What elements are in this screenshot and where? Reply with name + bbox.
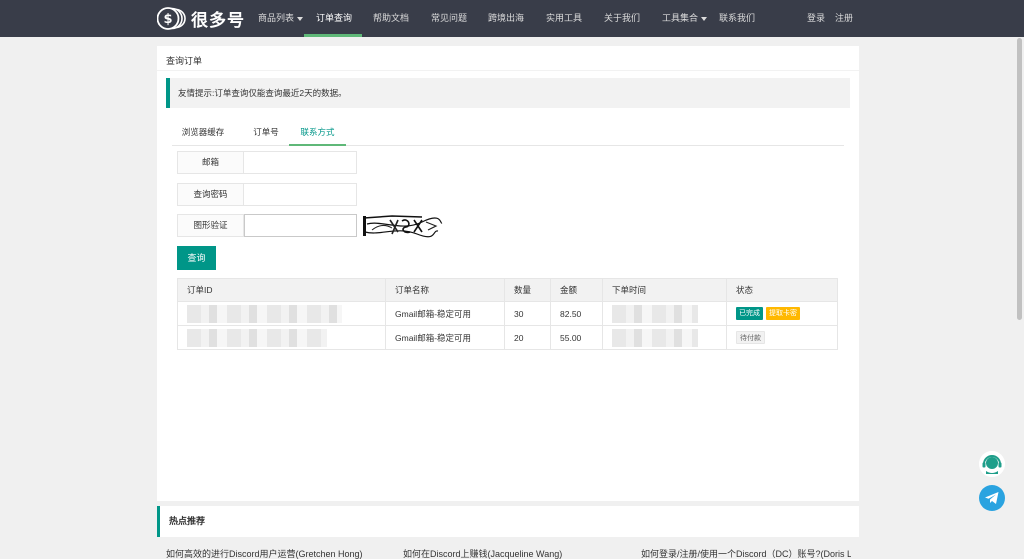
hot-recommend-panel: 热点推荐 [157,506,859,537]
status-cell: 待付款 [726,325,838,350]
nav-item-tools[interactable]: 实用工具 [546,0,582,37]
nav-item-about[interactable]: 关于我们 [604,0,640,37]
quantity-cell: 20 [504,325,551,350]
redacted-order-time [612,328,698,347]
col-order-id: 订单ID [177,278,386,302]
order-time-cell [602,325,727,350]
order-name-cell: Gmail邮箱-稳定可用 [385,301,505,326]
col-status: 状态 [726,278,838,302]
hot-link-3[interactable]: 如何登录/注册/使用一个Discord（DC）账号?(Doris L... [641,547,851,559]
quantity-cell: 30 [504,301,551,326]
card-divider [157,70,859,71]
captcha-label: 图形验证 [177,214,244,237]
query-button[interactable]: 查询 [177,246,216,270]
col-quantity: 数量 [504,278,551,302]
captcha-field[interactable] [244,214,357,237]
caret-down-icon [701,16,708,21]
hot-link-2[interactable]: 如何在Discord上赚钱(Jacqueline Wang) [403,547,623,559]
redacted-order-id [187,328,327,347]
order-id-cell [177,325,386,350]
order-time-cell [602,301,727,326]
nav-item-label: 联系我们 [719,13,756,23]
status-badge-completed: 已完成 [736,307,763,320]
orders-table: 订单ID 订单名称 数量 金额 下单时间 状态 Gmail邮箱-稳定可用 30 … [177,278,838,350]
nav-item-label: 工具集合 [662,13,699,23]
nav-item-label: 订单查询 [316,13,353,23]
redacted-order-time [612,304,698,323]
extract-card-button[interactable]: 提取卡密 [766,307,800,320]
table-row: Gmail邮箱-稳定可用 30 82.50 已完成 提取卡密 [177,301,838,326]
nav-item-order-query[interactable]: 订单查询 [316,0,352,37]
hot-link-1[interactable]: 如何高效的进行Discord用户运营(Gretchen Hong) [166,547,386,559]
amount-cell: 82.50 [550,301,603,326]
nav-item-products[interactable]: 商品列表 [258,0,304,37]
nav-item-tool-collection[interactable]: 工具集合 [662,0,708,37]
password-row: 查询密码 [177,183,357,206]
site-logo[interactable]: $ 很多号 [157,6,245,31]
nav-item-faq[interactable]: 常见问题 [431,0,467,37]
captcha-image[interactable] [362,212,444,239]
tab-contact[interactable]: 联系方式 [289,121,346,146]
telegram-button[interactable] [979,485,1005,511]
card-title: 查询订单 [166,56,203,66]
active-nav-indicator [304,34,362,37]
coins-logo-icon: $ [157,6,186,31]
nav-item-label: 实用工具 [546,13,583,23]
top-navbar: $ 很多号 商品列表 订单查询 帮助文档 常见问题 跨境出海 实用工具 关于我们… [0,0,1024,37]
caret-down-icon [297,16,304,21]
customer-support-button[interactable] [979,451,1005,477]
register-link[interactable]: 注册 [835,0,853,37]
email-label: 邮箱 [177,151,244,174]
nav-item-help-docs[interactable]: 帮助文档 [373,0,409,37]
nav-item-label: 常见问题 [431,13,468,23]
query-password-field[interactable] [244,183,357,206]
tab-browser-cache[interactable]: 浏览器缓存 [172,121,234,146]
order-name-cell: Gmail邮箱-稳定可用 [385,325,505,350]
nav-item-label: 商品列表 [258,13,295,23]
redacted-order-id [187,304,342,323]
table-header-row: 订单ID 订单名称 数量 金额 下单时间 状态 [177,278,838,302]
nav-item-label: 帮助文档 [373,13,410,23]
nav-item-cross-border[interactable]: 跨境出海 [488,0,524,37]
nav-item-label: 关于我们 [604,13,641,23]
notice-banner: 友情提示:订单查询仅能查询最近2天的数据。 [166,78,850,108]
order-id-cell [177,301,386,326]
status-cell: 已完成 提取卡密 [726,301,838,326]
headset-icon [979,451,1005,477]
col-order-name: 订单名称 [385,278,505,302]
svg-text:$: $ [163,12,172,27]
nav-item-contact[interactable]: 联系我们 [719,0,755,37]
order-query-card: 查询订单 友情提示:订单查询仅能查询最近2天的数据。 浏览器缓存 订单号 联系方… [157,46,859,501]
table-row: Gmail邮箱-稳定可用 20 55.00 待付款 [177,325,838,350]
logo-text: 很多号 [191,11,245,30]
email-row: 邮箱 [177,151,357,174]
hot-recommend-title: 热点推荐 [157,506,205,537]
telegram-icon [985,492,999,504]
status-badge-pending: 待付款 [736,331,765,344]
amount-cell: 55.00 [550,325,603,350]
captcha-row: 图形验证 [177,214,357,237]
login-link[interactable]: 登录 [807,0,825,37]
password-label: 查询密码 [177,183,244,206]
tab-order-number[interactable]: 订单号 [238,121,294,146]
query-tabs: 浏览器缓存 订单号 联系方式 [172,121,844,146]
nav-item-label: 跨境出海 [488,13,525,23]
col-order-time: 下单时间 [602,278,727,302]
email-field[interactable] [244,151,357,174]
col-amount: 金额 [550,278,603,302]
page-scrollbar[interactable] [1017,38,1022,320]
